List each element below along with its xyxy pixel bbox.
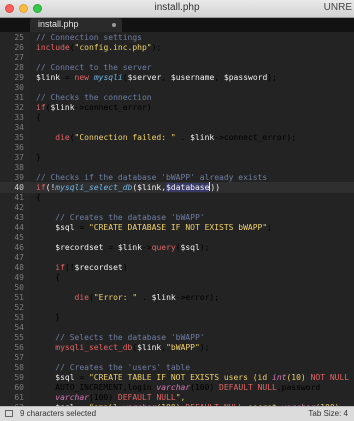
unsaved-dot-icon[interactable] bbox=[112, 23, 116, 27]
tab-strip: install.php bbox=[0, 18, 354, 32]
selection-status: 9 characters selected bbox=[20, 409, 97, 418]
panel-toggle-icon[interactable] bbox=[5, 410, 13, 417]
tab-label: install.php bbox=[38, 19, 79, 29]
tab-install-php[interactable]: install.php bbox=[30, 18, 122, 32]
window-title: install.php bbox=[154, 2, 200, 13]
window-title-right: UNRE bbox=[323, 2, 352, 13]
status-bar: 9 characters selected Tab Size: 4 bbox=[0, 406, 354, 421]
code-editor[interactable]: 25// Connection settings 26 include("confi… bbox=[0, 32, 354, 412]
tab-size-indicator[interactable]: Tab Size: 4 bbox=[308, 409, 348, 418]
title-bar: install.php UNRE bbox=[0, 0, 354, 18]
